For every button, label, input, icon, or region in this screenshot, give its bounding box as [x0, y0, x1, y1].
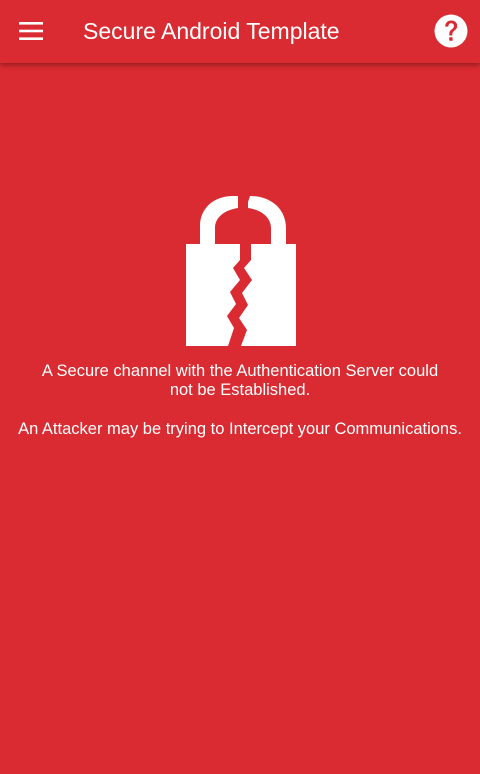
help-icon — [434, 14, 468, 48]
help-button[interactable] — [431, 11, 471, 51]
app-bar: Secure Android Template — [0, 0, 480, 63]
hamburger-menu-icon — [19, 22, 43, 40]
attacker-warning-message: An Attacker may be trying to Intercept y… — [18, 420, 462, 438]
secure-channel-error-message: A Secure channel with the Authentication… — [41, 362, 439, 399]
menu-button[interactable] — [8, 8, 54, 54]
app-screen: Secure Android Template A Secure channel… — [0, 0, 480, 774]
broken-lock-icon — [178, 188, 308, 353]
app-title: Secure Android Template — [83, 18, 340, 44]
